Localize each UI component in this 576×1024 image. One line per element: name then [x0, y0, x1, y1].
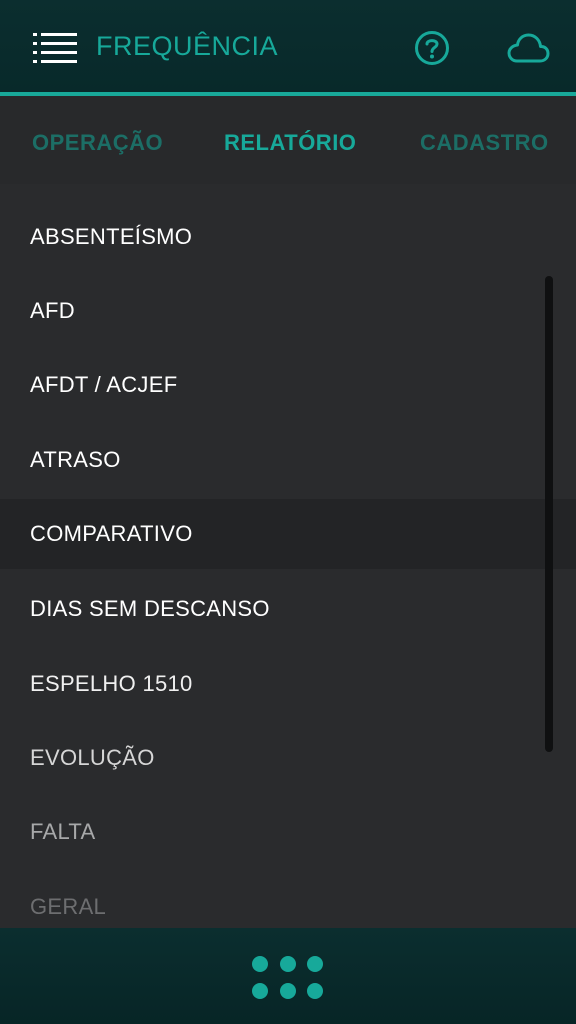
list-scrollbar[interactable] [545, 276, 553, 752]
list-item-afd[interactable]: AFD [0, 276, 576, 346]
list-item-espelho-1510[interactable]: ESPELHO 1510 [0, 649, 576, 719]
list-item-dias-sem-descanso[interactable]: DIAS SEM DESCANSO [0, 574, 576, 644]
report-list: ABSENTEÍSMO AFD AFDT / ACJEF ATRASO COMP… [0, 184, 576, 928]
list-item-atraso[interactable]: ATRASO [0, 425, 576, 495]
tab-bar: OPERAÇÃO RELATÓRIO CADASTRO [0, 96, 576, 184]
list-item-evolucao[interactable]: EVOLUÇÃO [0, 723, 576, 793]
list-item-comparativo[interactable]: COMPARATIVO [0, 499, 576, 569]
app-header: FREQUÊNCIA [0, 0, 576, 96]
apps-grid-icon[interactable] [250, 954, 326, 1002]
list-item-falta[interactable]: FALTA [0, 797, 576, 867]
tab-operacao[interactable]: OPERAÇÃO [32, 130, 163, 156]
menu-list-icon[interactable] [33, 31, 79, 63]
help-circle-icon[interactable] [414, 30, 450, 66]
cloud-icon[interactable] [506, 30, 550, 66]
list-item-geral[interactable]: GERAL [0, 872, 576, 928]
list-item-afdt-acjef[interactable]: AFDT / ACJEF [0, 350, 576, 420]
tab-relatorio[interactable]: RELATÓRIO [224, 130, 356, 156]
app-title: FREQUÊNCIA [96, 31, 279, 61]
tab-cadastro[interactable]: CADASTRO [420, 130, 549, 156]
list-item-absenteismo[interactable]: ABSENTEÍSMO [0, 202, 576, 272]
